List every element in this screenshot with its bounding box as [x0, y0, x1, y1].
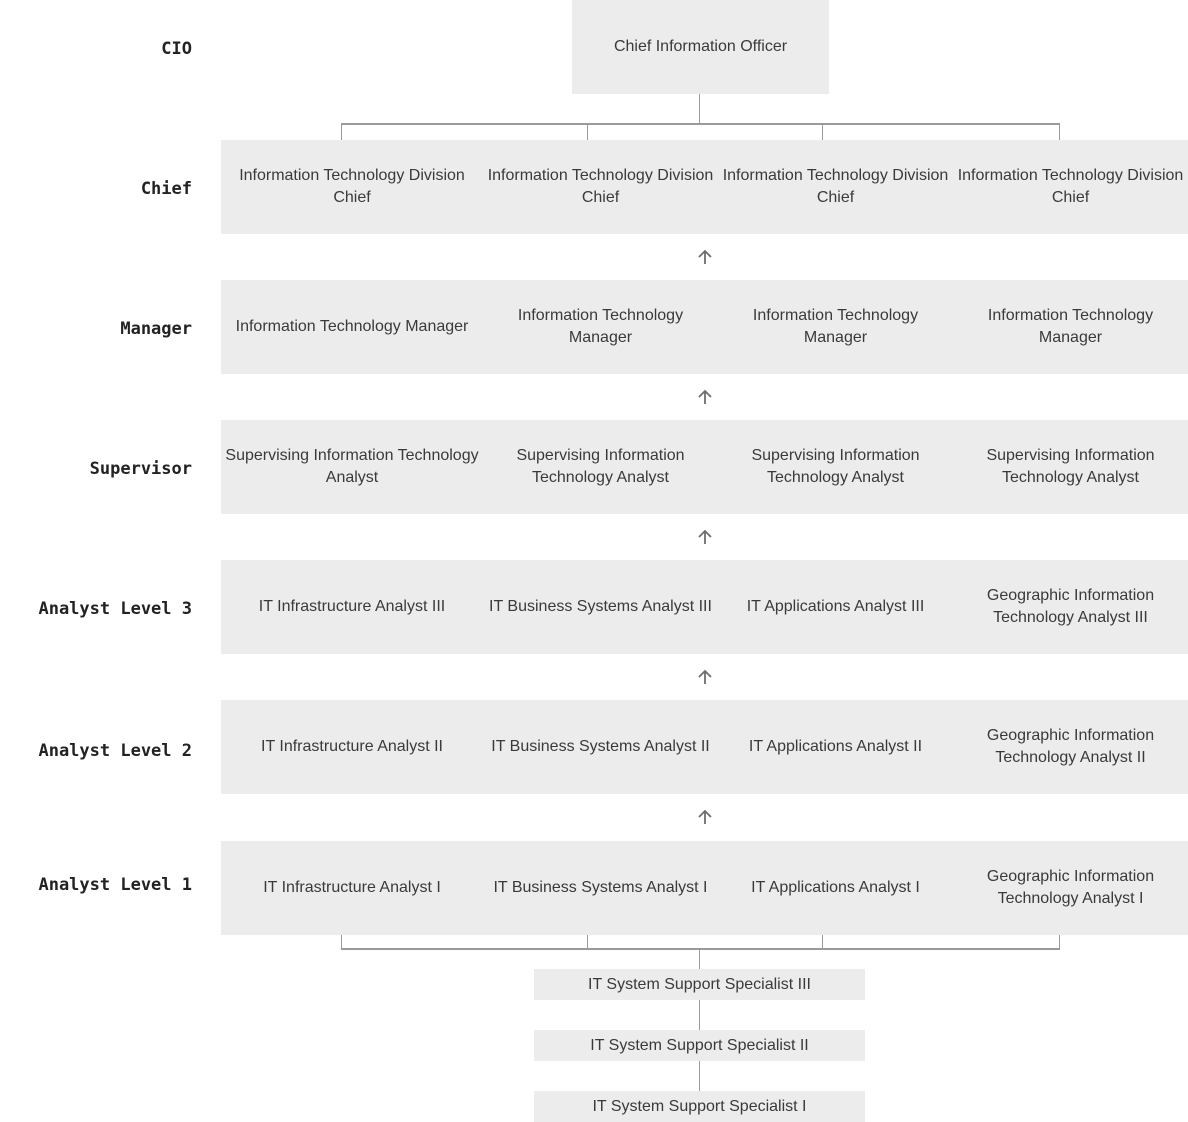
row-chief: Information Technology Division Chief In… — [221, 140, 1188, 234]
level-label-chief: Chief — [140, 179, 192, 199]
connector-bottom-rise-1 — [341, 935, 342, 949]
support-box-i: IT System Support Specialist I — [534, 1091, 865, 1122]
position-box: Geographic Information Technology Analys… — [986, 868, 1155, 907]
position-box: Information Technology Manager — [517, 307, 684, 346]
position-box: Information Technology Division Chief — [722, 167, 949, 206]
cio-box: Chief Information Officer — [572, 0, 829, 94]
arrow-up-icon — [698, 669, 712, 684]
level-label-supervisor: Supervisor — [89, 459, 192, 479]
arrow-up-icon — [698, 529, 712, 544]
level-label-analyst-1: Analyst Level 1 — [38, 875, 192, 895]
arrow-up-icon — [698, 389, 712, 404]
connector-top-horizontal — [341, 123, 1060, 125]
connector-support-2-3 — [699, 1061, 700, 1091]
row-manager: Information Technology Manager Informati… — [221, 280, 1188, 374]
support-box-iii: IT System Support Specialist III — [534, 969, 865, 1000]
position-box: Information Technology Division Chief — [957, 167, 1184, 206]
position-box: IT Business Systems Analyst III — [489, 598, 712, 615]
level-label-analyst-2: Analyst Level 2 — [38, 741, 192, 761]
connector-to-support — [699, 949, 700, 969]
connector-bottom-rise-4 — [1059, 935, 1060, 949]
position-box: Information Technology Division Chief — [487, 167, 714, 206]
cio-title: Chief Information Officer — [613, 38, 788, 55]
support-title: IT System Support Specialist III — [588, 975, 811, 993]
row-analyst-3: IT Infrastructure Analyst III IT Busines… — [221, 560, 1188, 654]
connector-top-drop-3 — [822, 123, 823, 140]
position-box: IT Applications Analyst I — [751, 879, 920, 896]
connector-top-drop-1 — [341, 123, 342, 140]
connector-top-drop-4 — [1059, 123, 1060, 140]
position-box: IT Infrastructure Analyst II — [261, 738, 443, 755]
connector-bottom-rise-3 — [822, 935, 823, 949]
position-box: Geographic Information Technology Analys… — [986, 587, 1155, 626]
level-label-manager: Manager — [120, 319, 192, 339]
row-analyst-2: IT Infrastructure Analyst II IT Business… — [221, 700, 1188, 794]
position-box: IT Business Systems Analyst I — [493, 879, 708, 896]
level-label-analyst-3: Analyst Level 3 — [38, 599, 192, 619]
position-box: Information Technology Manager — [752, 307, 919, 346]
position-box: Supervising Information Technology Analy… — [225, 447, 479, 486]
connector-cio-down — [699, 94, 700, 124]
connector-bottom-horizontal — [341, 948, 1060, 950]
support-box-ii: IT System Support Specialist II — [534, 1030, 865, 1061]
level-label-cio: CIO — [161, 39, 192, 59]
connector-top-drop-2 — [587, 123, 588, 140]
support-title: IT System Support Specialist II — [590, 1036, 809, 1054]
position-box: Geographic Information Technology Analys… — [986, 727, 1155, 766]
position-box: Information Technology Manager — [987, 307, 1154, 346]
row-supervisor: Supervising Information Technology Analy… — [221, 420, 1188, 514]
connector-bottom-rise-2 — [587, 935, 588, 949]
position-box: Information Technology Manager — [235, 318, 469, 335]
position-box: Supervising Information Technology Analy… — [751, 447, 920, 486]
position-box: Supervising Information Technology Analy… — [516, 447, 685, 486]
position-box: Information Technology Division Chief — [239, 167, 465, 206]
position-box: IT Infrastructure Analyst I — [263, 879, 441, 896]
arrow-up-icon — [698, 249, 712, 264]
support-title: IT System Support Specialist I — [592, 1097, 807, 1115]
position-box: IT Applications Analyst II — [748, 738, 923, 755]
arrow-up-icon — [698, 809, 712, 824]
row-analyst-1: IT Infrastructure Analyst I IT Business … — [221, 841, 1188, 935]
position-box: IT Applications Analyst III — [746, 598, 925, 615]
position-box: IT Infrastructure Analyst III — [258, 598, 446, 615]
position-box: IT Business Systems Analyst II — [491, 738, 710, 755]
position-box: Supervising Information Technology Analy… — [986, 447, 1155, 486]
connector-support-1-2 — [699, 1000, 700, 1030]
